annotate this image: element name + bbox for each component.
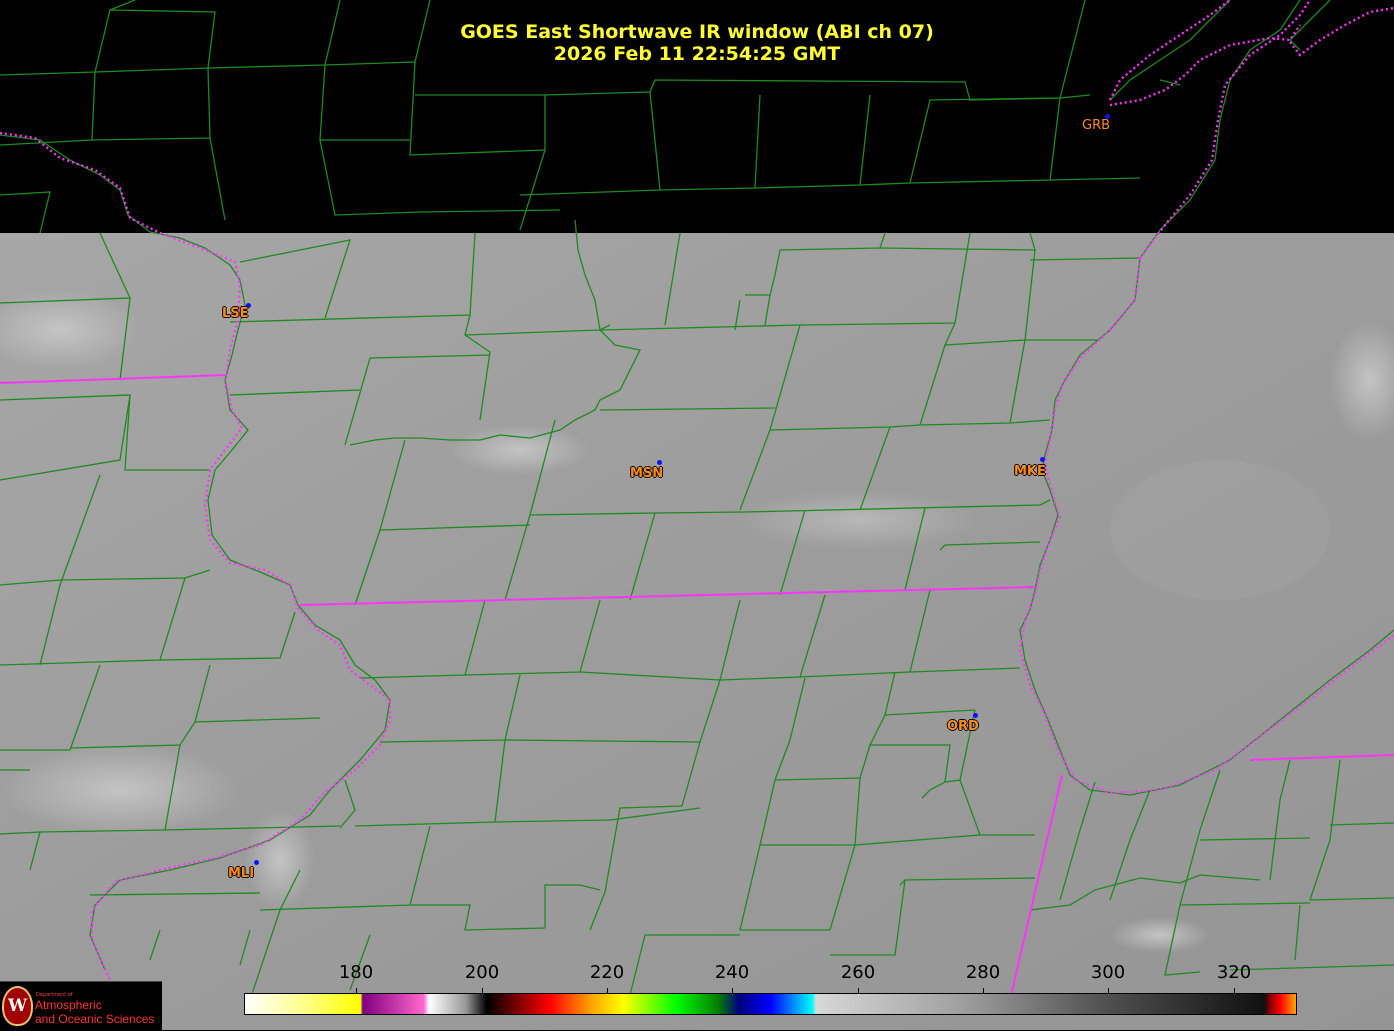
colorbar-tickmark [356, 988, 357, 993]
station-dot-ord [973, 713, 978, 718]
station-dot-mli [254, 860, 259, 865]
bright-cloud-patch [740, 490, 980, 550]
bright-cloud-patch [0, 745, 240, 835]
station-label-ord: ORD [947, 719, 979, 734]
station-label-lse: LSE [222, 306, 249, 321]
colorbar-tick: 200 [464, 962, 500, 983]
logo-line1: Atmospheric [35, 998, 102, 1012]
station-dot-msn [657, 460, 662, 465]
satellite-map [0, 0, 1394, 1030]
station-label-mli: MLI [228, 866, 255, 881]
product-title: GOES East Shortwave IR window (ABI ch 07… [460, 21, 934, 43]
uw-seal-icon: W [2, 986, 33, 1026]
colorbar-tickmark [732, 988, 733, 993]
colorbar-tick: 320 [1216, 962, 1252, 983]
bright-cloud-patch [1110, 917, 1210, 953]
station-dot-mke [1040, 457, 1045, 462]
ir-imagery [0, 233, 1394, 1030]
colorbar-tickmark [607, 988, 608, 993]
colorbar-tickmark [983, 988, 984, 993]
colorbar-tick: 240 [714, 962, 750, 983]
aos-logo: W Department of Atmospheric and Oceanic … [0, 981, 162, 1031]
station-label-msn: MSN [630, 466, 664, 481]
station-label-mke: MKE [1014, 464, 1046, 479]
colorbar-tick: 220 [589, 962, 625, 983]
bright-cloud-patch [1110, 460, 1330, 600]
colorbar-tick: 260 [840, 962, 876, 983]
logo-line2: and Oceanic Sciences [35, 1012, 155, 1026]
colorbar-tick: 280 [965, 962, 1001, 983]
colorbar-tickmark [858, 988, 859, 993]
station-label-grb: GRB [1082, 118, 1111, 133]
colorbar-tick: 180 [338, 962, 374, 983]
bright-cloud-patch [450, 425, 590, 475]
temperature-colorbar [244, 993, 1297, 1015]
colorbar-tick: 300 [1090, 962, 1126, 983]
colorbar-tickmark [1234, 988, 1235, 993]
timestamp: 2026 Feb 11 22:54:25 GMT [553, 43, 841, 65]
colorbar-tickmark [482, 988, 483, 993]
colorbar-tickmark [1108, 988, 1109, 993]
